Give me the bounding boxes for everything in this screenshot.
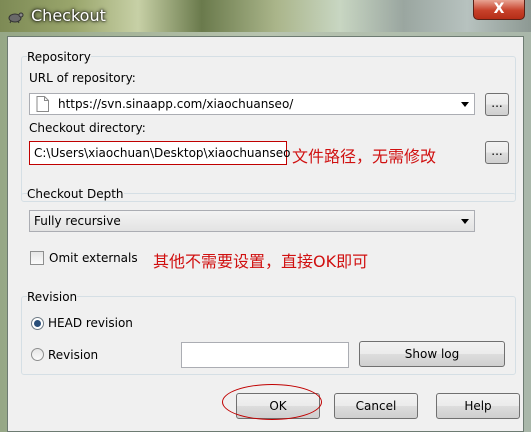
dialog-body: Repository URL of repository: https://sv… (7, 36, 524, 432)
url-label: URL of repository: (29, 71, 136, 85)
revision-input[interactable] (181, 342, 349, 368)
checkout-directory-label: Checkout directory: (29, 121, 146, 135)
tortoise-svn-icon (8, 12, 24, 24)
checkout-directory-value: C:\Users\xiaochuan\Desktop\xiaochuanseo (34, 146, 291, 160)
revision-radio[interactable] (31, 348, 44, 361)
revision-label: Revision (48, 348, 99, 362)
directory-browse-button[interactable]: ... (485, 141, 509, 164)
omit-externals-label: Omit externals (49, 251, 138, 265)
head-revision-radio[interactable] (31, 317, 44, 330)
checkout-depth-value: Fully recursive (34, 214, 121, 228)
close-button[interactable]: X (473, 0, 525, 20)
settings-annotation: 其他不需要设置，直接OK即可 (153, 252, 369, 271)
cancel-button[interactable]: Cancel (334, 393, 418, 419)
url-browse-button[interactable]: ... (485, 93, 509, 116)
ok-button[interactable]: OK (236, 393, 320, 419)
dropdown-arrow-icon[interactable] (461, 219, 469, 224)
omit-externals-checkbox[interactable] (30, 251, 44, 265)
repository-group-label: Repository (27, 50, 91, 64)
dropdown-arrow-icon[interactable] (461, 102, 469, 107)
show-log-button[interactable]: Show log (359, 341, 505, 367)
revision-group-label: Revision (27, 290, 78, 304)
url-value: https://svn.sinaapp.com/xiaochuanseo/ (58, 97, 294, 111)
checkout-directory-input[interactable]: C:\Users\xiaochuan\Desktop\xiaochuanseo (29, 141, 291, 165)
help-button[interactable]: Help (436, 393, 520, 419)
title-bar[interactable]: Checkout X (0, 0, 531, 32)
url-combobox[interactable]: https://svn.sinaapp.com/xiaochuanseo/ (29, 93, 475, 115)
window-title: Checkout (31, 6, 106, 25)
checkout-depth-select[interactable]: Fully recursive (29, 210, 475, 232)
path-annotation: 文件路径，无需修改 (292, 147, 437, 166)
checkout-depth-label: Checkout Depth (27, 187, 124, 201)
document-icon (36, 96, 49, 112)
head-revision-label: HEAD revision (48, 316, 133, 330)
